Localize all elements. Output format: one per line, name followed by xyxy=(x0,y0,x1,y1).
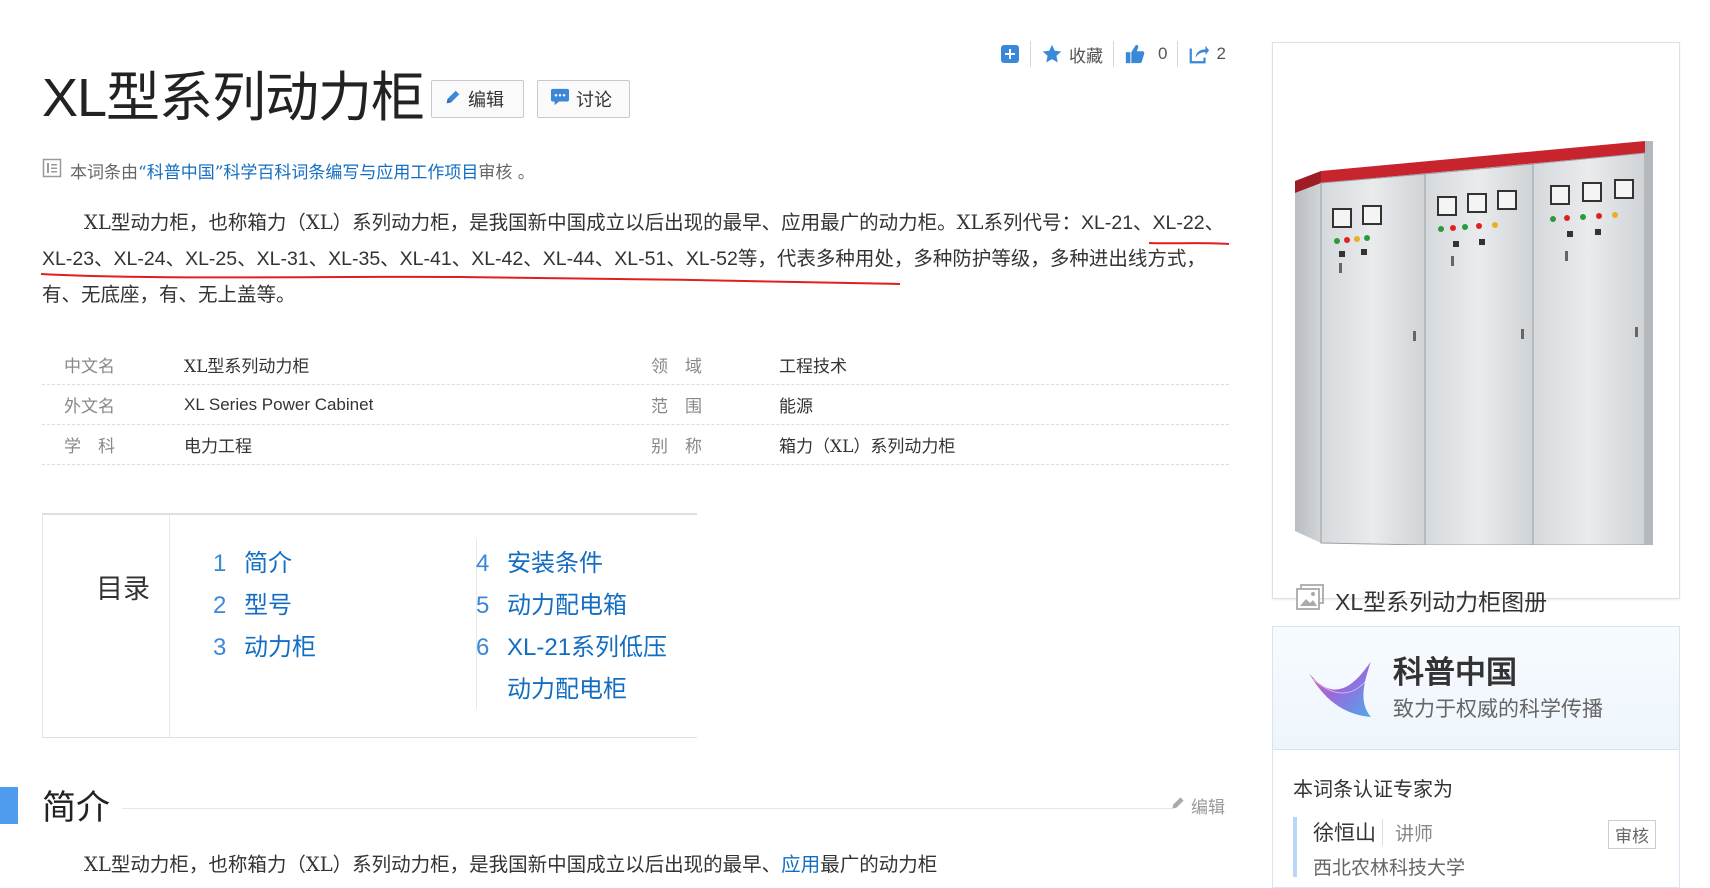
expert-role: 讲师 xyxy=(1382,819,1433,846)
album-caption-text: XL型系列动力柜图册 xyxy=(1335,589,1548,615)
section-title: 简介 xyxy=(42,789,110,827)
info-key: 范 围 xyxy=(651,397,702,417)
edit-label: 编辑 xyxy=(468,90,504,110)
collect-button[interactable]: 收藏 xyxy=(1031,41,1113,67)
share-icon xyxy=(1188,43,1210,65)
section-accent-bar xyxy=(0,787,18,824)
summary-line-a: XL型动力柜，也称箱力（XL）系列动力柜，是我国新中国成立以后出现的最早、应用最… xyxy=(84,211,1081,234)
catalog-item-number: 5 xyxy=(476,592,490,619)
catalog-column-left: 1 简介 2 型号 3 动力柜 xyxy=(213,543,414,669)
info-value: 电力工程 xyxy=(184,437,252,457)
catalog-title: 目录 xyxy=(96,574,150,604)
catalog-item-number: 1 xyxy=(213,550,227,577)
expert-label: 本词条认证专家为 xyxy=(1293,779,1453,801)
thumbs-up-icon xyxy=(1124,43,1146,65)
like-button[interactable]: 0 xyxy=(1114,41,1177,67)
section-paragraph: XL型动力柜，也称箱力（XL）系列动力柜，是我国新中国成立以后出现的最早、应用最… xyxy=(42,848,937,877)
catalog-item-cabinet[interactable]: 3 动力柜 xyxy=(213,627,414,669)
catalog-item-distribution-box[interactable]: 5 动力配电箱 xyxy=(476,585,677,627)
info-value: XL Series Power Cabinet xyxy=(184,394,374,414)
share-count: 2 xyxy=(1216,44,1226,63)
catalog-item-text: 型号 xyxy=(244,592,292,619)
catalog-header: 目录 xyxy=(43,515,170,737)
edit-button[interactable]: 编辑 xyxy=(431,80,524,118)
cabinet-photo xyxy=(1295,141,1653,545)
catalog-column-right: 4 安装条件 5 动力配电箱 6 XL-21系列低压动力配电柜 xyxy=(476,543,677,711)
catalog-item-number: 4 xyxy=(476,550,490,577)
gallery-icon xyxy=(1295,583,1325,617)
catalog-item-text: 简介 xyxy=(244,550,292,577)
page-title: XL型系列动力柜 xyxy=(42,68,425,128)
album-card[interactable]: XL型系列动力柜图册 xyxy=(1272,42,1680,615)
discuss-button[interactable]: 讨论 xyxy=(537,80,630,118)
section-text: 最广的动力柜 xyxy=(820,853,938,876)
album-caption[interactable]: XL型系列动力柜图册 xyxy=(1295,583,1547,617)
document-icon xyxy=(42,158,62,183)
catalog-item-text: XL-21系列低压动力配电柜 xyxy=(507,634,668,703)
expert-item: 徐恒山 讲师 西北农林科技大学 xyxy=(1293,817,1465,879)
kepu-header[interactable]: 科普中国 致力于权威的科学传播 xyxy=(1273,627,1679,750)
catalog-item-number: 6 xyxy=(476,634,490,661)
catalog-item-text: 动力配电箱 xyxy=(507,592,627,619)
info-value: 箱力（XL）系列动力柜 xyxy=(779,437,956,457)
catalog-item-text: 安装条件 xyxy=(507,550,603,577)
catalog-item-intro[interactable]: 1 简介 xyxy=(213,543,414,585)
basic-info-table: 中文名 XL型系列动力柜 领 域 工程技术 外文名 XL Series Powe… xyxy=(42,345,1229,465)
star-icon xyxy=(1041,43,1063,65)
like-count: 0 xyxy=(1158,44,1168,63)
info-value: 能源 xyxy=(779,397,813,417)
kepu-name: 科普中国 xyxy=(1393,655,1517,690)
info-key: 外文名 xyxy=(64,397,115,417)
apply-link[interactable]: 应用 xyxy=(781,853,820,876)
basic-info-row: 中文名 XL型系列动力柜 领 域 工程技术 xyxy=(42,345,1229,385)
info-value: XL型系列动力柜 xyxy=(184,357,310,377)
review-suffix: 审核 。 xyxy=(478,163,535,183)
review-project-link[interactable]: “科普中国”科学百科词条编写与应用工作项目 xyxy=(138,163,478,183)
catalog: 目录 1 简介 2 型号 3 动力柜 4 安装条件 5 动力配电箱 6 XL-2… xyxy=(42,513,697,738)
share-button[interactable]: 2 xyxy=(1178,41,1235,67)
info-key: 中文名 xyxy=(64,357,115,377)
catalog-item-xl21[interactable]: 6 XL-21系列低压动力配电柜 xyxy=(476,627,677,711)
entry-toolbar: 收藏 0 2 xyxy=(990,38,1236,70)
catalog-item-install[interactable]: 4 安装条件 xyxy=(476,543,677,585)
plus-square-icon xyxy=(1000,44,1020,64)
review-prefix: 本词条由 xyxy=(70,163,138,183)
add-button[interactable] xyxy=(990,41,1030,67)
info-key: 学 科 xyxy=(64,437,115,457)
section-edit-button[interactable]: 编辑 xyxy=(1170,793,1225,818)
kepu-logo-icon xyxy=(1308,660,1372,717)
lemma-summary: XL型动力柜，也称箱力（XL）系列动力柜，是我国新中国成立以后出现的最早、应用最… xyxy=(42,205,1242,312)
catalog-item-number: 3 xyxy=(213,634,227,661)
discuss-label: 讨论 xyxy=(576,90,612,110)
section-text: XL型动力柜，也称箱力（XL）系列动力柜，是我国新中国成立以后出现的最早、 xyxy=(84,853,782,876)
info-key: 别 称 xyxy=(651,437,702,457)
expert-name[interactable]: 徐恒山 xyxy=(1313,817,1376,847)
kepu-slogan: 致力于权威的科学传播 xyxy=(1393,698,1603,721)
catalog-item-model[interactable]: 2 型号 xyxy=(213,585,414,627)
section-divider xyxy=(122,808,1172,809)
pencil-icon xyxy=(444,88,462,111)
pencil-icon xyxy=(1170,795,1186,816)
catalog-item-text: 动力柜 xyxy=(244,634,316,661)
catalog-item-number: 2 xyxy=(213,592,227,619)
review-badge[interactable]: 审核 xyxy=(1608,820,1656,849)
section-edit-label: 编辑 xyxy=(1191,798,1225,817)
review-notice: 本词条由“科普中国”科学百科词条编写与应用工作项目审核 。 xyxy=(42,158,535,183)
info-value: 工程技术 xyxy=(779,357,847,377)
collect-label: 收藏 xyxy=(1069,46,1103,66)
basic-info-row: 学 科 电力工程 别 称 箱力（XL）系列动力柜 xyxy=(42,425,1229,465)
info-key: 领 域 xyxy=(651,357,702,377)
basic-info-row: 外文名 XL Series Power Cabinet 范 围 能源 xyxy=(42,385,1229,425)
chat-bubble-icon xyxy=(550,88,570,111)
